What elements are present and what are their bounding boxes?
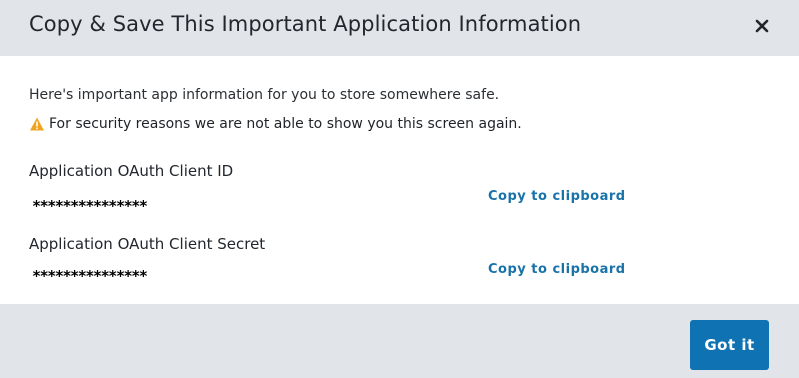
dialog-header: Copy & Save This Important Application I… <box>0 0 799 56</box>
client-secret-value: *************** <box>32 267 148 285</box>
intro-text: Here's important app information for you… <box>29 87 500 103</box>
client-secret-label: Application OAuth Client Secret <box>29 235 266 253</box>
security-warning: For security reasons we are not able to … <box>29 115 522 133</box>
dialog-title: Copy & Save This Important Application I… <box>29 12 582 36</box>
dialog-body: Here's important app information for you… <box>0 56 799 304</box>
copy-client-id-link[interactable]: Copy to clipboard <box>488 189 626 204</box>
close-icon-glyph <box>755 19 769 33</box>
warning-icon <box>29 116 45 132</box>
copy-client-secret-link[interactable]: Copy to clipboard <box>488 262 626 277</box>
client-id-value: *************** <box>32 197 148 215</box>
got-it-button[interactable]: Got it <box>690 320 769 370</box>
client-id-label: Application OAuth Client ID <box>29 162 234 180</box>
app-info-dialog: Copy & Save This Important Application I… <box>0 0 799 378</box>
warning-text: For security reasons we are not able to … <box>49 116 522 132</box>
close-icon[interactable] <box>750 14 774 38</box>
dialog-footer: Got it <box>0 304 799 378</box>
